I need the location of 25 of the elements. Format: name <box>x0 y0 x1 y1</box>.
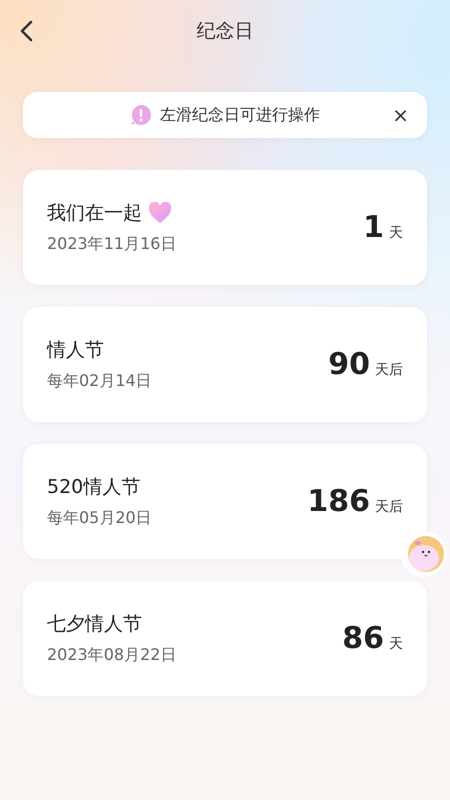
anniversary-date: 每年02月14日 <box>47 371 152 392</box>
anniversary-name: 七夕情人节 <box>47 612 142 637</box>
day-unit: 天后 <box>375 498 403 516</box>
day-count: 90 <box>328 347 370 382</box>
anniversary-date: 2023年08月22日 <box>47 645 176 666</box>
close-button[interactable]: × <box>388 103 413 127</box>
day-count: 186 <box>307 484 370 519</box>
anniversary-date: 每年05月20日 <box>47 508 152 529</box>
page-title: 纪念日 <box>196 19 254 44</box>
anniversary-name: 520情人节 <box>47 475 140 500</box>
anniversary-date: 2023年11月16日 <box>47 234 176 255</box>
anniversary-card[interactable]: 我们在一起 2023年11月16日 1 天 <box>23 170 427 285</box>
anniversary-name: 情人节 <box>47 338 104 363</box>
day-unit: 天 <box>389 635 403 653</box>
anniversary-card[interactable]: 情人节 每年02月14日 90 天后 <box>23 307 427 422</box>
tip-text: 左滑纪念日可进行操作 <box>160 104 320 126</box>
day-unit: 天后 <box>375 361 403 379</box>
back-icon[interactable] <box>19 20 33 42</box>
day-unit: 天 <box>389 224 403 242</box>
day-count: 86 <box>342 621 384 656</box>
anniversary-card[interactable]: 七夕情人节 2023年08月22日 86 天 <box>23 581 427 696</box>
anniversary-card[interactable]: 520情人节 每年05月20日 186 天后 <box>23 444 427 559</box>
anniversary-name: 我们在一起 <box>47 201 142 226</box>
day-count: 1 <box>363 210 384 245</box>
alert-icon <box>130 104 152 126</box>
